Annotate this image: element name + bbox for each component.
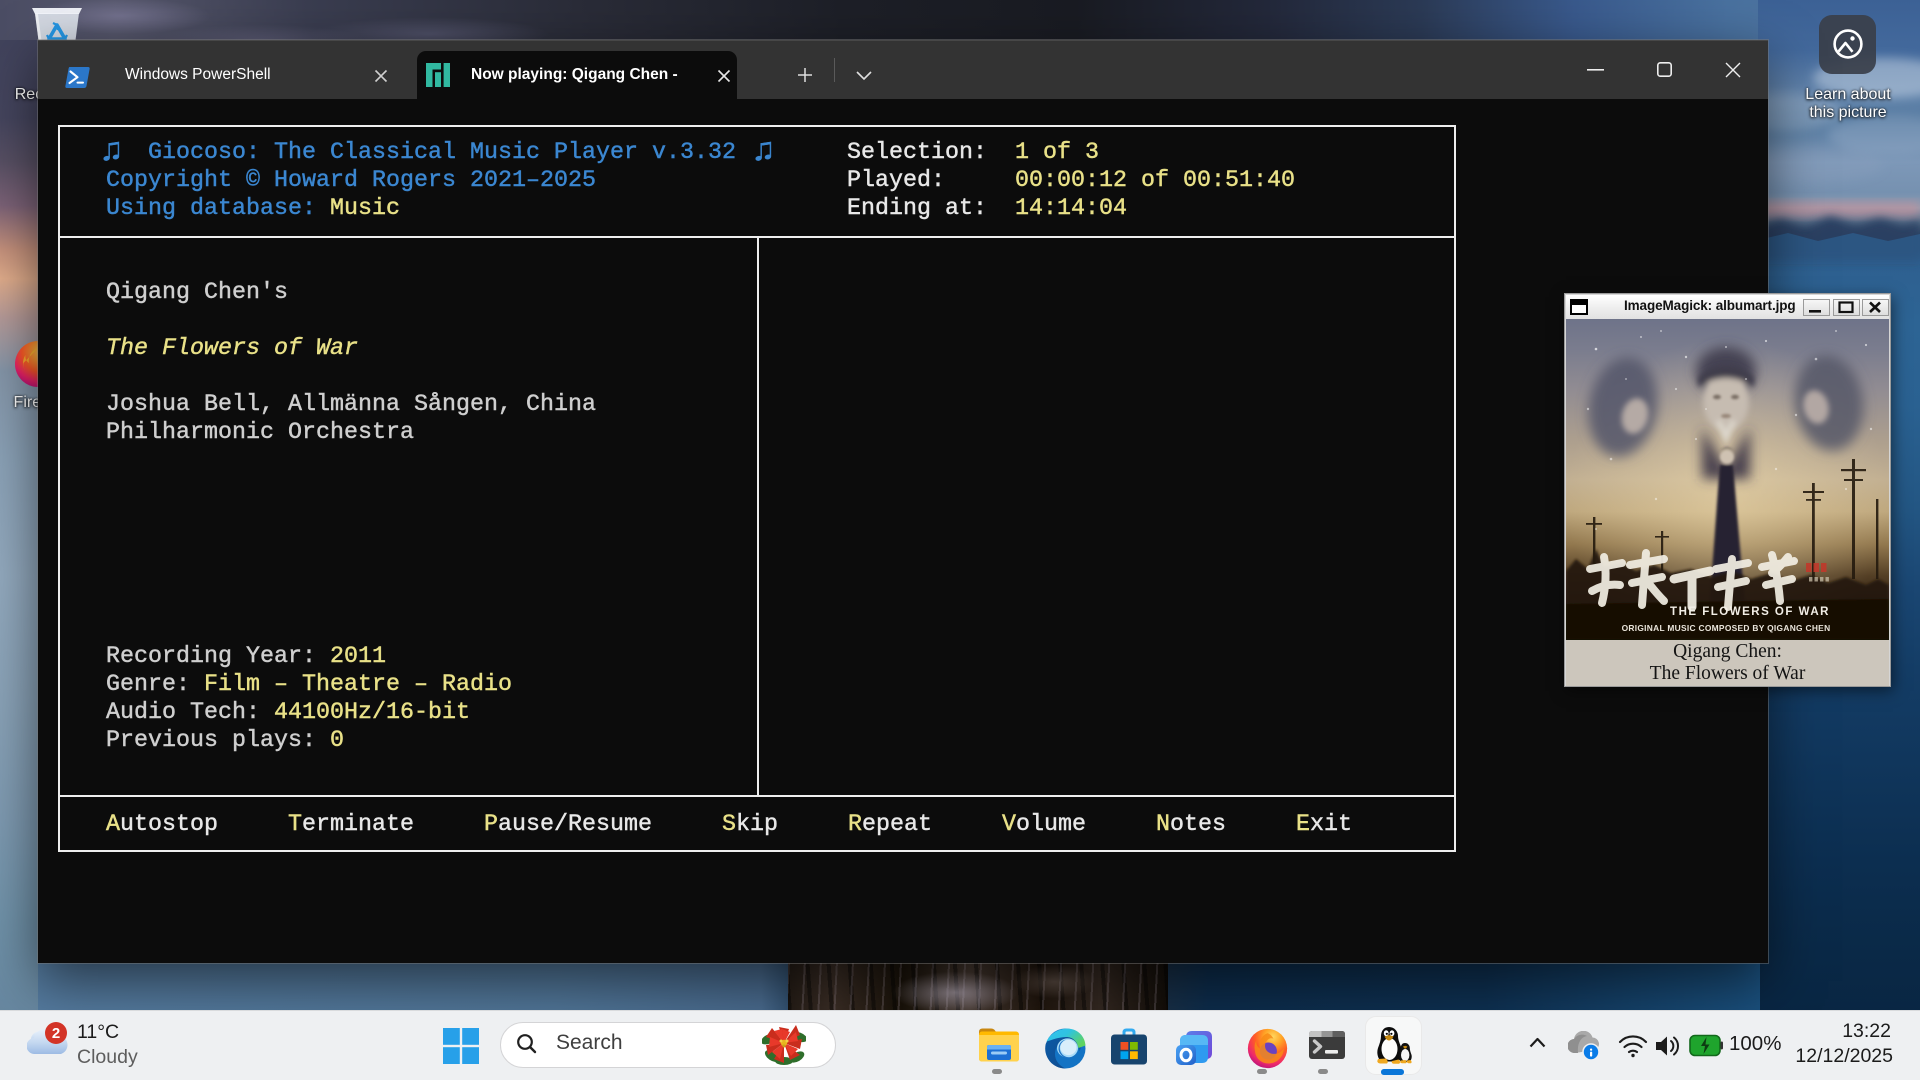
- svg-text:THE FLOWERS OF WAR: THE FLOWERS OF WAR: [1670, 606, 1830, 618]
- svg-text:2: 2: [52, 1025, 60, 1042]
- svg-text:ORIGINAL MUSIC COMPOSED BY QIG: ORIGINAL MUSIC COMPOSED BY QIGANG CHEN: [1622, 623, 1831, 633]
